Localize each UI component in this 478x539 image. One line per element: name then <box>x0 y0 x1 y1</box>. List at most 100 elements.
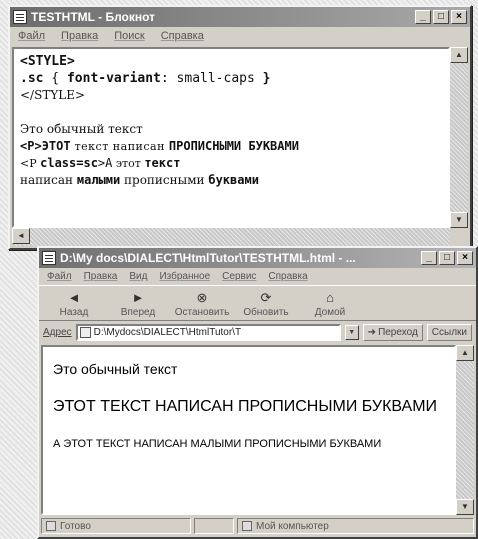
menu-help[interactable]: Справка <box>161 30 204 42</box>
notepad-vertical-scrollbar[interactable]: ▲ ▼ <box>450 47 468 228</box>
code-line: </STYLE> <box>20 88 86 102</box>
uppercase-text-paragraph: ЭТОТ ТЕКСТ НАПИСАН ПРОПИСНЫМИ БУКВАМИ <box>53 398 438 415</box>
code-text: ЭТОТ <box>41 139 71 153</box>
page-icon <box>79 326 91 338</box>
browser-title-bar[interactable]: D:\My docs\DIALECT\HtmlTutor\TESTHTML.ht… <box>39 248 476 268</box>
links-label: Ссылки <box>431 326 467 338</box>
status-empty <box>194 518 234 534</box>
code-line: <P class=sc>А этот текст <box>20 155 442 172</box>
back-label: Назад <box>59 307 89 318</box>
code-property: font-variant <box>66 71 161 86</box>
go-label: Переход <box>378 326 418 338</box>
close-button[interactable]: × <box>457 251 473 265</box>
code-brace: } <box>262 71 271 86</box>
code-text: прописными <box>120 173 209 187</box>
code-text: буквами <box>208 173 259 187</box>
code-text: { <box>43 71 67 86</box>
code-text: текст <box>144 156 181 170</box>
code-text: малыми <box>76 173 121 187</box>
ie-icon <box>42 251 56 265</box>
minimize-button[interactable]: _ <box>421 251 437 265</box>
scroll-up-icon[interactable]: ▲ <box>450 47 468 63</box>
browser-title: D:\My docs\DIALECT\HtmlTutor\TESTHTML.ht… <box>60 251 356 265</box>
browser-window: D:\My docs\DIALECT\HtmlTutor\TESTHTML.ht… <box>37 246 478 539</box>
scroll-left-icon[interactable]: ◄ <box>12 228 30 244</box>
maximize-button[interactable]: □ <box>433 10 449 24</box>
notepad-horizontal-scrollbar[interactable]: ◄ <box>12 228 450 246</box>
go-button[interactable]: ➜ Переход <box>362 323 423 341</box>
browser-menubar: Файл Правка Вид Избранное Сервис Справка <box>39 268 476 285</box>
code-line: <P>ЭТОТ текст нaписан ПРОПИСНЫМИ БУКВАМИ <box>20 138 442 155</box>
forward-arrow-icon: ► <box>131 290 145 305</box>
code-line: Это обычный текст <box>20 122 143 136</box>
code-selector: .sc <box>20 71 44 86</box>
computer-icon <box>242 521 252 531</box>
status-bar: Готово Мой компьютер <box>41 517 474 535</box>
notepad-icon <box>13 10 27 24</box>
notepad-title-bar[interactable]: TESTHTML - Блокнот _ □ × <box>10 7 470 27</box>
address-input[interactable]: D:\Mydocs\DIALECT\HtmlTutor\T <box>75 323 341 341</box>
small-caps-text-paragraph: А ЭТОТ ТЕКСТ НАПИСАН МАЛЫМИ ПРОПИСНЫМИ Б… <box>53 438 382 450</box>
forward-button[interactable]: ► Вперед <box>109 286 167 319</box>
code-text: этот <box>112 157 145 170</box>
close-button[interactable]: × <box>451 10 467 24</box>
code-line: <STYLE> <box>20 54 75 69</box>
status-zone-text: Мой компьютер <box>256 520 329 532</box>
notepad-menubar: Файл Правка Поиск Справка <box>10 27 470 45</box>
menu-edit[interactable]: Правка <box>61 30 98 42</box>
address-value: D:\Mydocs\DIALECT\HtmlTutor\T <box>93 326 242 338</box>
stop-icon: ⊗ <box>196 290 208 305</box>
forward-label: Вперед <box>120 307 156 318</box>
menu-help[interactable]: Справка <box>268 271 307 282</box>
refresh-button[interactable]: ⟳ Обновить <box>237 286 295 319</box>
code-attr: class=sc <box>40 156 98 170</box>
status-ready: Готово <box>41 518 191 534</box>
page-done-icon <box>46 521 56 531</box>
maximize-button[interactable]: □ <box>439 251 455 265</box>
notepad-window: TESTHTML - Блокнот _ □ × Файл Правка Пои… <box>8 5 472 250</box>
menu-view[interactable]: Вид <box>129 271 147 282</box>
menu-favorites[interactable]: Избранное <box>159 271 210 282</box>
menu-tools[interactable]: Сервис <box>222 271 256 282</box>
notepad-editor[interactable]: <STYLE> .sc { font-variant: small-caps }… <box>12 47 450 228</box>
menu-file[interactable]: Файл <box>47 271 72 282</box>
address-bar: Адрес D:\Mydocs\DIALECT\HtmlTutor\T ▼ ➜ … <box>39 321 476 343</box>
address-label: Адрес <box>43 326 72 338</box>
page-content: Это обычный текст ЭТОТ ТЕКСТ НАПИСАН ПРО… <box>41 345 456 515</box>
code-tag: <P <box>20 157 41 170</box>
code-text: написан <box>20 173 77 187</box>
code-tag: >А <box>97 156 113 170</box>
scroll-down-icon[interactable]: ▼ <box>456 499 474 515</box>
code-text: : small-caps <box>160 71 263 86</box>
stop-label: Остановить <box>174 307 230 318</box>
back-arrow-icon: ◄ <box>67 290 81 305</box>
code-text: текст нaписан <box>70 140 169 153</box>
home-button[interactable]: ⌂ Домой <box>301 286 359 319</box>
code-text: ПРОПИСНЫМИ БУКВАМИ <box>168 139 299 153</box>
scroll-up-icon[interactable]: ▲ <box>456 345 474 361</box>
refresh-icon: ⟳ <box>260 290 272 305</box>
go-arrow-icon: ➜ <box>367 326 377 338</box>
stop-button[interactable]: ⊗ Остановить <box>173 286 231 319</box>
menu-edit[interactable]: Правка <box>84 271 118 282</box>
code-tag: <P> <box>20 139 42 153</box>
scroll-down-icon[interactable]: ▼ <box>450 212 468 228</box>
address-dropdown-icon[interactable]: ▼ <box>344 324 359 340</box>
home-label: Домой <box>314 307 346 318</box>
status-ready-text: Готово <box>60 520 91 532</box>
browser-toolbar: ◄ Назад ► Вперед ⊗ Остановить ⟳ Обновить… <box>39 285 476 321</box>
normal-text-paragraph: Это обычный текст <box>53 361 178 377</box>
home-icon: ⌂ <box>326 290 334 305</box>
code-line: .sc { font-variant: small-caps } <box>20 70 442 87</box>
browser-vertical-scrollbar[interactable]: ▲ ▼ <box>456 345 474 515</box>
notepad-title: TESTHTML - Блокнот <box>31 10 156 24</box>
menu-search[interactable]: Поиск <box>114 30 144 42</box>
menu-file[interactable]: Файл <box>18 30 45 42</box>
minimize-button[interactable]: _ <box>415 10 431 24</box>
back-button[interactable]: ◄ Назад <box>45 286 103 319</box>
refresh-label: Обновить <box>243 307 289 318</box>
links-button[interactable]: Ссылки <box>426 323 472 341</box>
code-line: написан малыми прописными буквами <box>20 172 442 189</box>
status-zone: Мой компьютер <box>237 518 474 534</box>
